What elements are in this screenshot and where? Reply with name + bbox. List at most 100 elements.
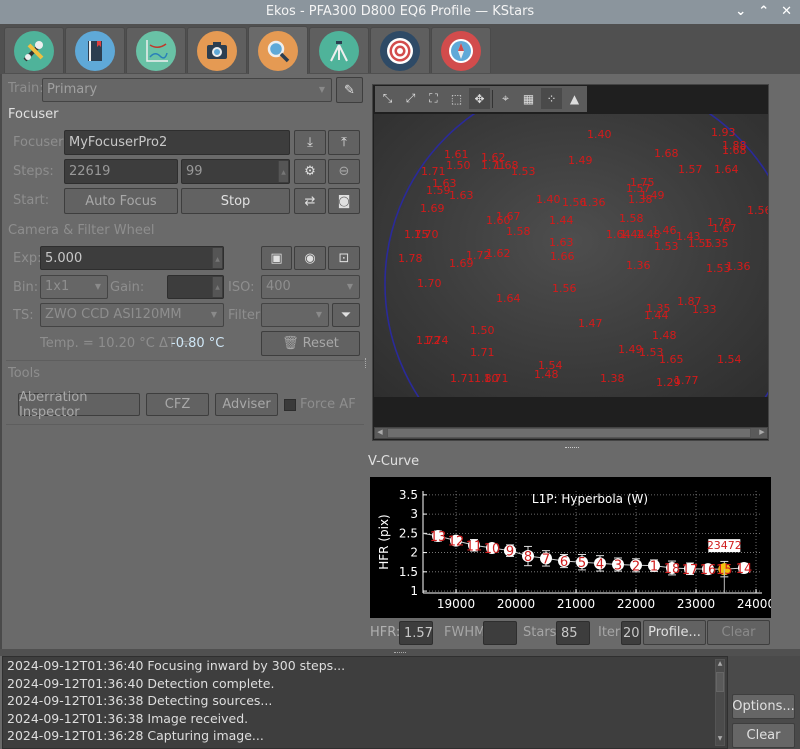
tab-setup[interactable]: [4, 27, 64, 73]
tab-mount[interactable]: [309, 27, 369, 73]
scroll-thumb[interactable]: [387, 428, 751, 438]
pan-button[interactable]: ✥: [469, 88, 490, 109]
force-af-checkbox[interactable]: [284, 399, 296, 411]
data-point-label: 6: [560, 555, 568, 570]
tab-capture[interactable]: [187, 27, 247, 73]
reset-frame-button[interactable]: 🗑 Reset: [261, 331, 360, 356]
iso-label: ISO:: [228, 280, 255, 295]
zoom-in-button[interactable]: ⤡: [377, 88, 398, 109]
log-clear-button[interactable]: Clear: [732, 723, 795, 748]
step-size-spinbox[interactable]: 99 ▲▼: [181, 159, 290, 200]
data-point-label: 8: [524, 550, 532, 565]
crosshair-button[interactable]: ⌖: [495, 88, 516, 109]
tab-align[interactable]: [370, 27, 430, 73]
log-line: 2024-09-12T01:36:38 Image received.: [7, 710, 249, 726]
hfr-label: HFR:: [370, 625, 401, 640]
data-point-label: 17: [682, 563, 699, 578]
log-vertical-scrollbar[interactable]: ▲ ▼: [715, 659, 725, 746]
star-hfr-label: 1.36: [726, 260, 751, 273]
exposure-spinbox[interactable]: 5.000 ▲▼: [40, 246, 224, 286]
splitter-handle[interactable]: [565, 447, 579, 449]
spinbox-arrows[interactable]: ▲▼: [212, 277, 222, 313]
y-tick-label: 1: [410, 584, 418, 598]
crosshair-icon: ⌖: [502, 91, 509, 105]
spinbox-arrows[interactable]: ▲▼: [278, 161, 288, 200]
horizontal-scrollbar[interactable]: ◀ ▶: [374, 427, 768, 439]
filter-settings-button[interactable]: ⏷: [332, 303, 360, 327]
focus-image-viewer[interactable]: ⤡ ⤢ ⛶ ⬚ ✥ ⌖ ▦ ⁘ ▲ 1.40 1.93 1.88 1.68 1.61 1.…: [372, 84, 769, 441]
log-splitter[interactable]: [0, 649, 800, 656]
zoom-default-button[interactable]: ⛶: [423, 88, 444, 109]
splitter-handle[interactable]: [365, 358, 368, 368]
funnel-icon: ⏷: [340, 307, 352, 323]
stop-button[interactable]: Stop: [181, 188, 290, 214]
tab-guide[interactable]: [431, 27, 491, 73]
iso-select[interactable]: 400 ▼: [261, 275, 360, 299]
auto-focus-button[interactable]: Auto Focus: [64, 188, 178, 214]
tab-scheduler[interactable]: [65, 27, 125, 73]
absolute-position-field[interactable]: 22619: [64, 159, 178, 184]
aberration-inspector-button[interactable]: Aberration Inspector: [18, 390, 140, 420]
zoom-out-button[interactable]: ⤢: [400, 88, 421, 109]
star-markers-button[interactable]: ⁘: [541, 88, 562, 109]
star-hfr-label: 1.66: [550, 250, 575, 263]
train-label: Train:: [8, 81, 44, 96]
scroll-left-arrow[interactable]: ◀: [375, 428, 385, 438]
scroll-up-arrow[interactable]: ▲: [716, 660, 724, 670]
histogram-icon: ▲: [569, 91, 580, 106]
go-to-position-button[interactable]: ⚙: [294, 159, 326, 184]
spinbox-arrows[interactable]: ▲▼: [212, 248, 222, 286]
profile-button[interactable]: Profile...: [643, 620, 706, 645]
toggle-subframe-button[interactable]: ▣: [261, 246, 292, 270]
clear-vcurve-button[interactable]: Clear: [707, 620, 770, 645]
star-hfr-label: 1.44: [644, 309, 669, 322]
toggle-full-field-button[interactable]: ◉: [294, 246, 326, 270]
orbit-icon: ◉: [304, 250, 316, 266]
data-point-label: 12: [448, 535, 465, 550]
grid-button[interactable]: ▦: [518, 88, 539, 109]
zoom-fit-button[interactable]: ⬚: [446, 88, 467, 109]
log-options-button[interactable]: Options...: [732, 694, 795, 719]
maximize-button[interactable]: ⌃: [758, 0, 769, 24]
histogram-button[interactable]: ▲: [564, 88, 585, 109]
filter-select[interactable]: ▼: [261, 303, 329, 327]
star-hfr-label: 1.68: [654, 147, 679, 160]
star-hfr-label: 1.68: [722, 144, 747, 157]
chevron-down-icon: ▼: [315, 310, 322, 319]
tripod-icon: [319, 30, 359, 71]
cfz-button[interactable]: CFZ: [146, 393, 209, 416]
star-hfr-label: 1.54: [717, 353, 742, 366]
camera-select[interactable]: ZWO CCD ASI120MM ▼: [40, 303, 224, 327]
train-select[interactable]: Primary ▼: [42, 78, 332, 102]
video-stream-button[interactable]: ⊡: [328, 246, 360, 270]
scroll-right-arrow[interactable]: ▶: [757, 428, 767, 438]
edit-train-button[interactable]: ✎: [336, 77, 363, 103]
log-panel: 2024-09-12T01:36:40 Focusing inward by 3…: [2, 656, 728, 749]
annotation-label: 23472: [707, 539, 742, 552]
gain-spinbox[interactable]: ▲▼: [167, 275, 224, 313]
adviser-button[interactable]: Adviser: [215, 393, 278, 416]
focuser-section-title: Focuser: [8, 107, 59, 122]
tab-focus[interactable]: [248, 26, 308, 74]
stars-icon: ⁘: [546, 91, 557, 106]
scroll-thumb[interactable]: [716, 672, 724, 692]
binning-select[interactable]: 1x1 ▼: [40, 275, 108, 299]
close-button[interactable]: ✕: [781, 0, 792, 24]
star-hfr-label: 1.56: [552, 282, 577, 295]
stop-motion-button[interactable]: ⊖: [328, 159, 360, 184]
loop-button[interactable]: ⇄: [294, 188, 326, 214]
camera-icon: [197, 30, 237, 71]
minimize-button[interactable]: ⌄: [735, 0, 746, 24]
star-hfr-label: 1.71: [484, 372, 509, 385]
capture-frame-button[interactable]: ◙: [328, 188, 360, 214]
wrench-screwdriver-icon: [14, 30, 54, 71]
focus-in-button[interactable]: ⤓: [294, 130, 326, 155]
star-field-image[interactable]: 1.40 1.93 1.88 1.68 1.61 1.62 1.68 1.49 1.50 1.71…: [374, 114, 768, 397]
focus-out-button[interactable]: ⤒: [328, 130, 360, 155]
vcurve-chart[interactable]: 19000 20000 21000 22000 23000 24000 1 1.5 2 2.5 3 3…: [370, 477, 775, 618]
scroll-down-arrow[interactable]: ▼: [716, 735, 724, 745]
data-point-label: 13: [430, 530, 447, 545]
force-af-label: Force AF: [300, 397, 356, 412]
fwhm-value: [483, 621, 517, 645]
tab-analyze[interactable]: [126, 27, 186, 73]
